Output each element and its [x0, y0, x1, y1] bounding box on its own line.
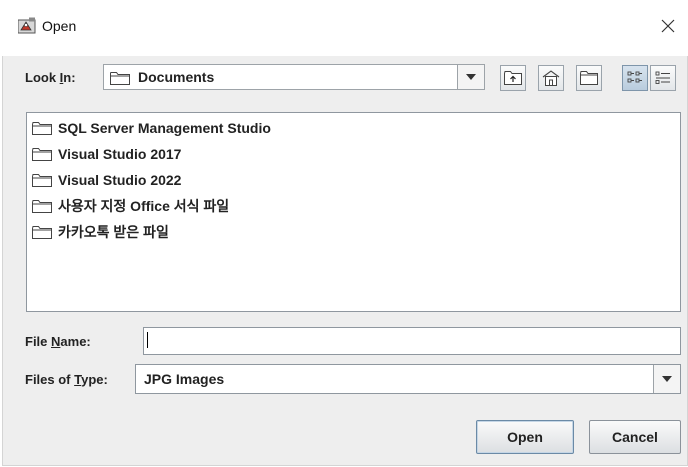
- file-type-dropdown-arrow[interactable]: [653, 365, 680, 393]
- file-chooser-panel: Look In: Documents SQL Server Management…: [2, 56, 688, 466]
- folder-icon: [32, 199, 52, 213]
- file-name-text: 사용자 지정 Office 서식 파일: [58, 198, 230, 214]
- file-type-label: Files of Type:: [25, 372, 108, 387]
- details-view-button[interactable]: [650, 65, 676, 91]
- file-name-text: Visual Studio 2022: [58, 172, 182, 188]
- list-item[interactable]: Visual Studio 2022: [32, 169, 181, 191]
- up-one-level-button[interactable]: [500, 65, 526, 91]
- look-in-dropdown-arrow[interactable]: [457, 65, 484, 89]
- list-item[interactable]: SQL Server Management Studio: [32, 117, 271, 139]
- look-in-value: Documents: [138, 69, 215, 85]
- chevron-down-icon: [662, 376, 672, 382]
- look-in-dropdown[interactable]: Documents: [103, 64, 485, 90]
- folder-icon: [32, 121, 52, 135]
- new-folder-button[interactable]: [576, 65, 602, 91]
- file-type-dropdown[interactable]: JPG Images: [135, 364, 681, 394]
- chevron-down-icon: [466, 74, 476, 80]
- file-name-input[interactable]: [143, 327, 681, 355]
- close-icon: [661, 19, 675, 33]
- file-name-text: SQL Server Management Studio: [58, 120, 271, 136]
- file-name-label-post: ame:: [60, 334, 91, 349]
- up-one-level-icon: [504, 71, 522, 85]
- file-type-label-pre: Files of: [25, 372, 75, 387]
- file-name-label: File Name:: [25, 334, 91, 349]
- folder-icon: [32, 173, 52, 187]
- look-in-label-post: n:: [63, 70, 76, 85]
- file-name-label-pre: File: [25, 334, 52, 349]
- open-button[interactable]: Open: [476, 420, 574, 454]
- look-in-label-pre: Look: [25, 70, 60, 85]
- list-item[interactable]: Visual Studio 2017: [32, 143, 181, 165]
- file-type-label-post: ype:: [81, 372, 108, 387]
- title-bar: Open: [0, 0, 688, 56]
- file-name-text: Visual Studio 2017: [58, 146, 182, 162]
- file-list[interactable]: SQL Server Management Studio Visual Stud…: [26, 112, 681, 312]
- close-button[interactable]: [654, 12, 682, 40]
- cancel-button[interactable]: Cancel: [589, 420, 681, 454]
- home-icon: [542, 70, 560, 86]
- file-name-mnemonic: N: [51, 334, 61, 349]
- file-name-text: 카카오톡 받은 파일: [58, 224, 169, 240]
- folder-icon: [110, 72, 130, 85]
- window-title: Open: [42, 18, 77, 34]
- look-in-label: Look In:: [25, 70, 76, 85]
- details-view-icon: [655, 71, 670, 84]
- file-type-value: JPG Images: [144, 371, 225, 387]
- java-duke-icon: [18, 17, 36, 34]
- folder-icon: [32, 147, 52, 161]
- text-caret: [147, 332, 148, 348]
- new-folder-icon: [580, 71, 598, 85]
- list-item[interactable]: 카카오톡 받은 파일: [32, 221, 169, 243]
- folder-icon: [32, 225, 52, 239]
- home-button[interactable]: [538, 65, 564, 91]
- list-item[interactable]: 사용자 지정 Office 서식 파일: [32, 195, 229, 217]
- list-view-icon: [627, 71, 642, 83]
- list-view-button[interactable]: [622, 65, 648, 91]
